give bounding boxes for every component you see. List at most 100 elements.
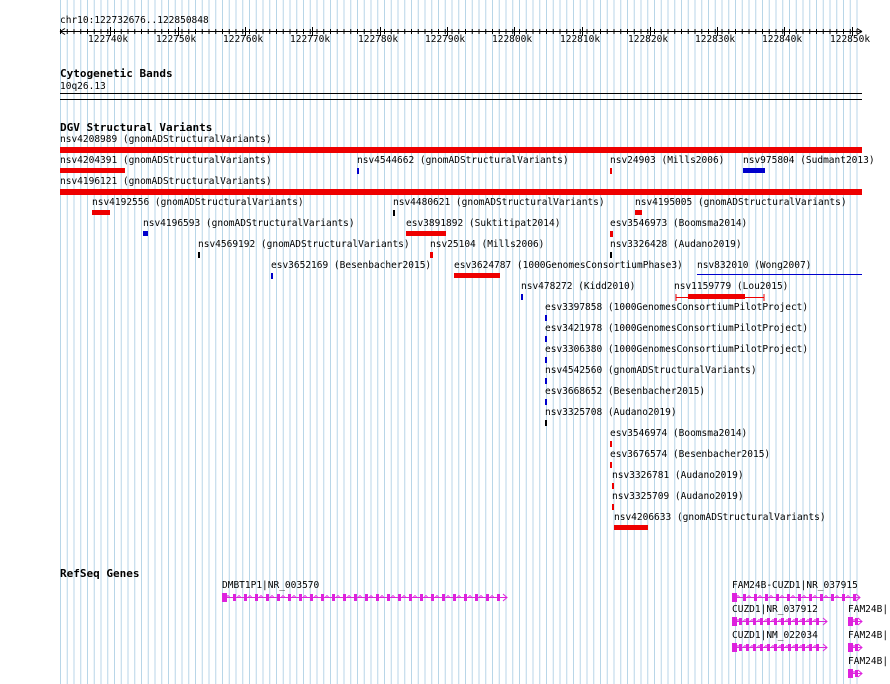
dgv-feature-glyph[interactable] xyxy=(406,231,446,236)
refseq-gene-label[interactable]: FAM24B-CUZD1|NR_037915 xyxy=(732,580,858,591)
cytoband-label: 10q26.13 xyxy=(60,81,106,92)
dgv-feature-label[interactable]: esv3624787 (1000GenomesConsortiumPhase3) xyxy=(454,260,683,271)
dgv-feature-label[interactable]: nsv3326428 (Audano2019) xyxy=(610,239,742,250)
dgv-feature-glyph[interactable] xyxy=(743,168,765,173)
cytoband-line-top xyxy=(60,93,862,94)
dgv-feature-glyph[interactable] xyxy=(271,273,273,279)
gene-exon xyxy=(266,594,269,601)
gene-exon xyxy=(746,618,749,625)
dgv-feature-glyph[interactable] xyxy=(430,252,433,258)
dgv-feature-label[interactable]: esv3397858 (1000GenomesConsortiumPilotPr… xyxy=(545,302,808,313)
gene-exon xyxy=(753,618,756,625)
gene-exon xyxy=(781,644,784,651)
gene-exon xyxy=(255,594,258,601)
dgv-feature-glyph[interactable] xyxy=(545,315,547,321)
gene-exon xyxy=(809,618,812,625)
dgv-feature-label[interactable]: nsv3325709 (Audano2019) xyxy=(612,491,744,502)
dgv-feature-label[interactable]: nsv4208989 (gnomADStructuralVariants) xyxy=(60,134,272,145)
gene-exon xyxy=(376,594,379,601)
dgv-feature-label[interactable]: esv3546974 (Boomsma2014) xyxy=(610,428,747,439)
refseq-gene-label[interactable]: FAM24B| xyxy=(848,630,888,641)
dgv-feature-glyph[interactable] xyxy=(635,210,642,215)
dgv-feature-label[interactable]: nsv4192556 (gnomADStructuralVariants) xyxy=(92,197,304,208)
gene-exon xyxy=(746,644,749,651)
refseq-gene-label[interactable]: FAM24B| xyxy=(848,656,888,667)
dgv-feature-label[interactable]: nsv1159779 (Lou2015) xyxy=(674,281,788,292)
dgv-feature-glyph[interactable] xyxy=(60,168,125,173)
gene-exon xyxy=(420,594,423,601)
dgv-feature-glyph[interactable] xyxy=(521,294,523,300)
dgv-feature-glyph[interactable] xyxy=(610,231,613,237)
gene-exon xyxy=(765,594,768,601)
gene-exon xyxy=(795,644,798,651)
dgv-feature-label[interactable]: nsv4204391 (gnomADStructuralVariants) xyxy=(60,155,272,166)
dgv-feature-label[interactable]: nsv24903 (Mills2006) xyxy=(610,155,724,166)
dgv-feature-glyph[interactable] xyxy=(92,210,110,215)
dgv-feature-glyph[interactable] xyxy=(60,189,862,195)
gene-exon xyxy=(853,594,856,601)
dgv-feature-glyph[interactable] xyxy=(610,252,612,258)
dgv-feature-glyph[interactable] xyxy=(688,294,745,299)
dgv-feature-glyph[interactable] xyxy=(198,252,200,258)
gene-exon xyxy=(816,644,819,651)
dgv-feature-glyph[interactable] xyxy=(614,525,648,530)
dgv-feature-glyph[interactable] xyxy=(612,483,614,489)
dgv-feature-label[interactable]: nsv3325708 (Audano2019) xyxy=(545,407,677,418)
dgv-feature-glyph[interactable] xyxy=(545,378,547,384)
gene-exon xyxy=(442,594,445,601)
dgv-feature-label[interactable]: esv3676574 (Besenbacher2015) xyxy=(610,449,770,460)
dgv-feature-label[interactable]: nsv4569192 (gnomADStructuralVariants) xyxy=(198,239,410,250)
dgv-feature-label[interactable]: nsv832010 (Wong2007) xyxy=(697,260,811,271)
gene-exon xyxy=(332,594,335,601)
dgv-feature-label[interactable]: nsv4544662 (gnomADStructuralVariants) xyxy=(357,155,569,166)
refseq-gene-label[interactable]: FAM24B| xyxy=(848,604,888,615)
dgv-feature-label[interactable]: nsv4206633 (gnomADStructuralVariants) xyxy=(614,512,826,523)
dgv-feature-label[interactable]: esv3668652 (Besenbacher2015) xyxy=(545,386,705,397)
dgv-feature-glyph[interactable] xyxy=(545,336,547,342)
dgv-feature-label[interactable]: nsv4195005 (gnomADStructuralVariants) xyxy=(635,197,847,208)
cytoband-track-title[interactable]: Cytogenetic Bands xyxy=(60,68,173,79)
dgv-feature-glyph[interactable] xyxy=(454,273,500,278)
dgv-feature-label[interactable]: nsv4196593 (gnomADStructuralVariants) xyxy=(143,218,355,229)
gene-exon xyxy=(387,594,390,601)
dgv-feature-label[interactable]: nsv975804 (Sudmant2013) xyxy=(743,155,875,166)
gene-exon xyxy=(743,594,746,601)
dgv-feature-glyph[interactable] xyxy=(610,168,612,174)
gene-exon xyxy=(464,594,467,601)
dgv-feature-glyph[interactable] xyxy=(610,462,612,468)
dgv-feature-label[interactable]: nsv4542560 (gnomADStructuralVariants) xyxy=(545,365,757,376)
dgv-feature-glyph[interactable] xyxy=(545,420,547,426)
dgv-feature-label[interactable]: esv3652169 (Besenbacher2015) xyxy=(271,260,431,271)
gene-exon xyxy=(802,618,805,625)
dgv-feature-glyph[interactable] xyxy=(697,274,862,275)
dgv-feature-label[interactable]: esv3891892 (Suktitipat2014) xyxy=(406,218,560,229)
gene-exon xyxy=(776,594,779,601)
dgv-track-title[interactable]: DGV Structural Variants xyxy=(60,122,212,133)
dgv-feature-label[interactable]: esv3306380 (1000GenomesConsortiumPilotPr… xyxy=(545,344,808,355)
dgv-feature-glyph[interactable] xyxy=(393,210,395,216)
dgv-feature-glyph[interactable] xyxy=(143,231,148,236)
dgv-feature-glyph[interactable] xyxy=(545,399,547,405)
gene-exon xyxy=(855,618,858,625)
gene-exon xyxy=(233,594,236,601)
gene-exon xyxy=(788,644,791,651)
dgv-feature-label[interactable]: nsv4480621 (gnomADStructuralVariants) xyxy=(393,197,605,208)
dgv-feature-glyph[interactable] xyxy=(60,147,862,153)
gene-exon xyxy=(244,594,247,601)
refseq-gene-label[interactable]: CUZD1|NR_037912 xyxy=(732,604,818,615)
gene-exon xyxy=(788,618,791,625)
dgv-feature-label[interactable]: esv3546973 (Boomsma2014) xyxy=(610,218,747,229)
dgv-feature-glyph[interactable] xyxy=(545,357,547,363)
dgv-feature-glyph[interactable] xyxy=(610,441,612,447)
dgv-feature-label[interactable]: esv3421978 (1000GenomesConsortiumPilotPr… xyxy=(545,323,808,334)
dgv-feature-label[interactable]: nsv25104 (Mills2006) xyxy=(430,239,544,250)
dgv-feature-label[interactable]: nsv3326781 (Audano2019) xyxy=(612,470,744,481)
refseq-track-title[interactable]: RefSeq Genes xyxy=(60,568,139,579)
refseq-gene-label[interactable]: CUZD1|NM_022034 xyxy=(732,630,818,641)
gene-exon xyxy=(299,594,302,601)
refseq-gene-label[interactable]: DMBT1P1|NR_003570 xyxy=(222,580,319,591)
dgv-feature-glyph[interactable] xyxy=(612,504,614,510)
dgv-feature-glyph[interactable] xyxy=(357,168,359,174)
dgv-feature-label[interactable]: nsv478272 (Kidd2010) xyxy=(521,281,635,292)
dgv-feature-label[interactable]: nsv4196121 (gnomADStructuralVariants) xyxy=(60,176,272,187)
